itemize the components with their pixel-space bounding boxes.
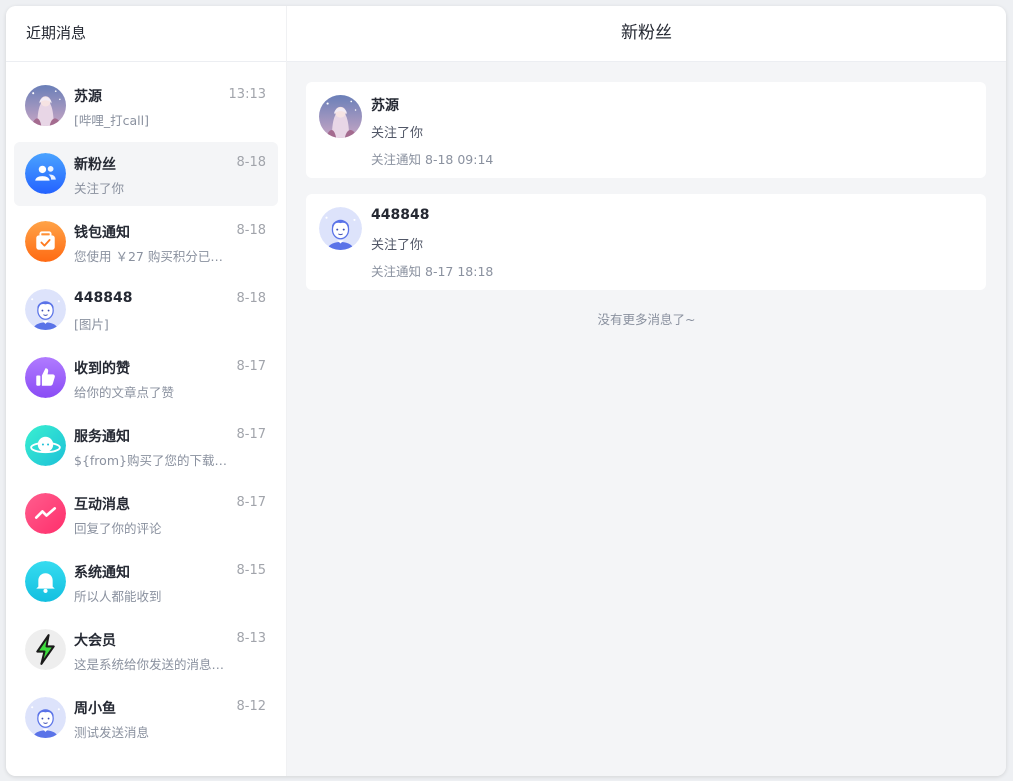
conversation-item-service[interactable]: 服务通知 8-17 ${from}购买了您的下载资源 [14,414,278,478]
conversation-name: 新粉丝 [74,157,116,173]
chat-bolt-icon [25,493,66,534]
wallet-icon [25,221,66,262]
conversation-time: 8-17 [236,495,266,510]
conversation-sidebar: 近期消息 苏源 13:13 [哔哩_打call] 新粉丝 8-18 关注了你 钱… [6,6,287,776]
boy-avatar [25,289,66,330]
sidebar-title: 近期消息 [6,6,286,62]
conversation-preview: 关注了你 [74,181,125,196]
notification-card: 448848 关注了你 关注通知 8-17 18:18 [306,194,986,290]
thumbs-up-icon [25,357,66,398]
bell-icon [25,561,66,602]
conversation-item-interaction[interactable]: 互动消息 8-17 回复了你的评论 [14,482,278,546]
conversation-item-zhouxiaoyu[interactable]: 周小鱼 8-12 测试发送消息 [14,686,278,750]
conversation-preview: 所以人都能收到 [74,589,162,604]
conversation-name: 钱包通知 [74,225,130,241]
conversation-name: 服务通知 [74,429,130,445]
notification-text: 关注了你 [371,126,424,141]
conversation-time: 8-15 [236,563,266,578]
follower-name[interactable]: 448848 [371,207,429,223]
conversation-preview: ${from}购买了您的下载资源 [74,453,230,468]
notification-text: 关注了你 [371,238,424,253]
message-center-window: 近期消息 苏源 13:13 [哔哩_打call] 新粉丝 8-18 关注了你 钱… [6,6,1006,776]
follower-name[interactable]: 苏源 [371,95,399,115]
conversation-time: 8-17 [236,359,266,374]
conversation-name: 收到的赞 [74,361,130,377]
planet-icon [25,425,66,466]
conversation-name: 448848 [74,290,133,306]
notification-list: 苏源 关注了你 关注通知 8-18 09:14 448848 关注了你 关注通知… [306,82,986,306]
notification-date: 8-18 09:14 [425,152,494,167]
conversation-item-wallet[interactable]: 钱包通知 8-18 您使用 ￥27 购买积分已到账 [14,210,278,274]
conversation-item-new-fans[interactable]: 新粉丝 8-18 关注了你 [14,142,278,206]
notification-card: 苏源 关注了你 关注通知 8-18 09:14 [306,82,986,178]
conversation-time: 8-12 [236,699,266,714]
conversation-item-vip[interactable]: 大会员 8-13 这是系统给你发送的消息，请查收 [14,618,278,682]
conversation-preview: 您使用 ￥27 购买积分已到账 [74,249,230,264]
conversation-preview: [图片] [74,317,109,332]
notification-type: 关注通知 [371,152,422,167]
notification-meta: 关注通知 8-17 18:18 [371,261,493,280]
conversation-time: 8-18 [236,155,266,170]
conversation-preview: 给你的文章点了赞 [74,385,175,400]
anime-girl-avatar[interactable] [319,95,362,138]
anime-girl-avatar [25,85,66,126]
conversation-time: 13:13 [228,87,266,102]
conversation-preview: 回复了你的评论 [74,521,162,536]
conversation-item-suyuan[interactable]: 苏源 13:13 [哔哩_打call] [14,74,278,138]
conversation-time: 8-18 [236,291,266,306]
no-more-messages: 没有更多消息了~ [597,312,696,327]
notification-panel: 新粉丝 苏源 关注了你 关注通知 8-18 09:14 448848 关注了你 … [287,6,1006,776]
conversation-time: 8-18 [236,223,266,238]
conversation-name: 大会员 [74,633,116,649]
notification-meta: 关注通知 8-18 09:14 [371,149,493,168]
lightning-icon [25,629,66,670]
conversation-time: 8-17 [236,427,266,442]
conversation-name: 苏源 [74,89,102,105]
conversation-item-likes[interactable]: 收到的赞 8-17 给你的文章点了赞 [14,346,278,410]
conversation-preview: [哔哩_打call] [74,113,149,128]
panel-title: 新粉丝 [287,6,1006,62]
conversation-name: 系统通知 [74,565,130,581]
conversation-item-system[interactable]: 系统通知 8-15 所以人都能收到 [14,550,278,614]
conversation-item-448848[interactable]: 448848 8-18 [图片] [14,278,278,342]
conversation-list: 苏源 13:13 [哔哩_打call] 新粉丝 8-18 关注了你 钱包通知 8… [14,74,278,754]
conversation-name: 周小鱼 [74,701,116,717]
boy-avatar [25,697,66,738]
conversation-name: 互动消息 [74,497,130,513]
notification-date: 8-17 18:18 [425,264,494,279]
conversation-preview: 这是系统给你发送的消息，请查收 [74,657,230,672]
conversation-time: 8-13 [236,631,266,646]
users-icon [25,153,66,194]
notification-type: 关注通知 [371,264,422,279]
boy-avatar[interactable] [319,207,362,250]
conversation-preview: 测试发送消息 [74,725,150,740]
